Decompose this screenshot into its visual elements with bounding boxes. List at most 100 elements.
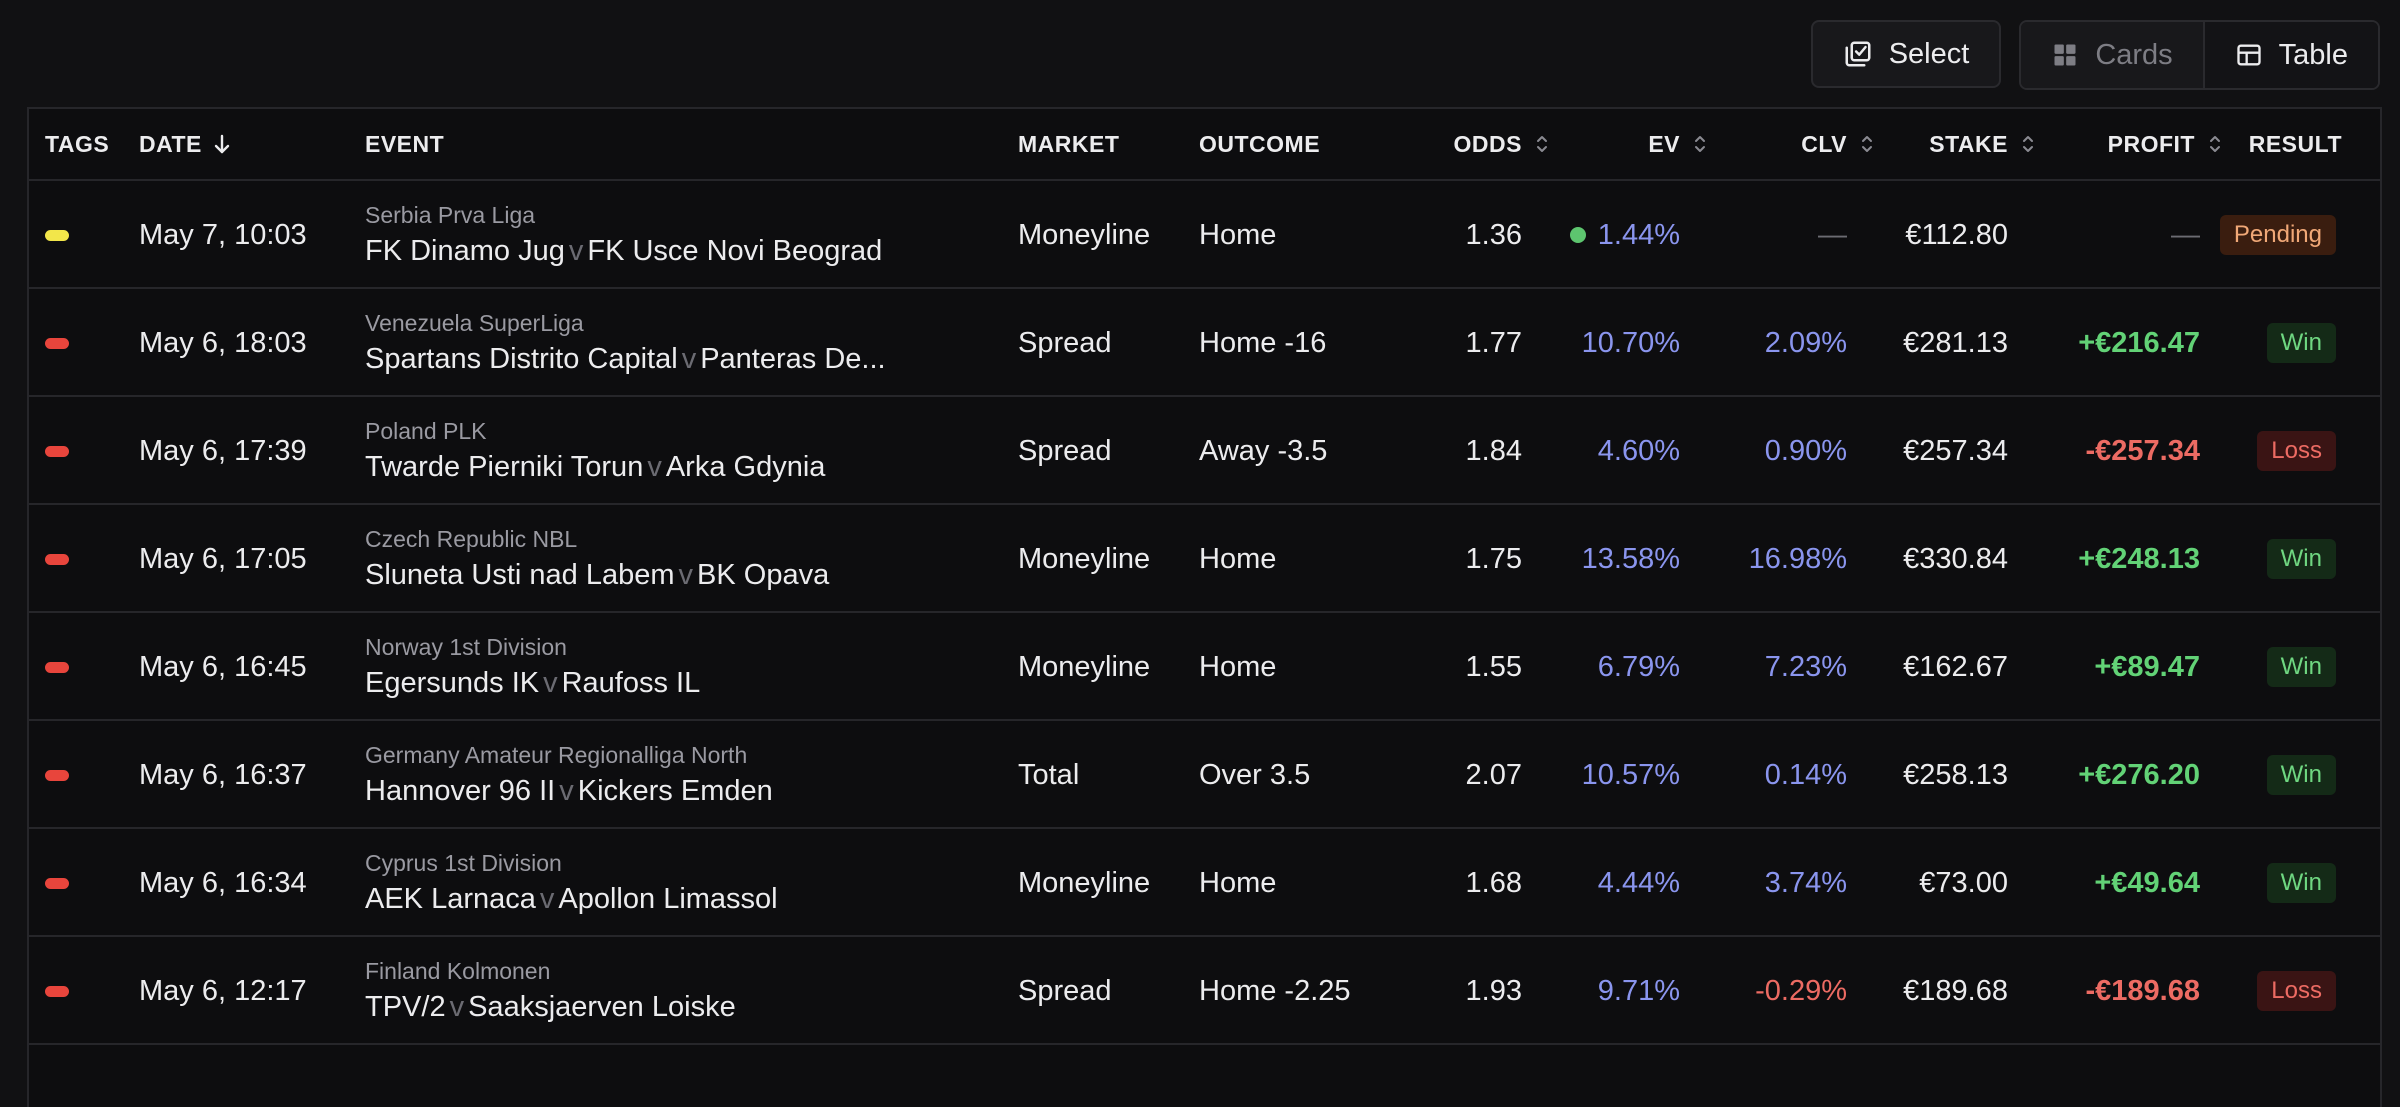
league-name: Finland Kolmonen — [365, 958, 551, 984]
table-row[interactable]: May 7, 10:03 Serbia Prva Liga FK Dinamo … — [29, 181, 2380, 289]
league-name: Cyprus 1st Division — [365, 850, 562, 876]
tag-cell — [45, 721, 69, 829]
col-tags-label: TAGS — [45, 130, 110, 157]
vs-separator: v — [568, 235, 584, 267]
col-profit-label: PROFIT — [2107, 130, 2195, 157]
event-cell: Germany Amateur Regionalliga North Hanno… — [365, 721, 773, 829]
col-event-label: EVENT — [365, 130, 445, 157]
tag-indicator — [45, 769, 69, 781]
away-team: Saaksjaerven Loiske — [468, 991, 736, 1023]
ev-value: 6.79% — [1597, 650, 1680, 683]
tag-cell — [45, 289, 69, 397]
odds-cell: 1.84 — [1465, 434, 1522, 467]
table-row[interactable]: May 6, 16:37 Germany Amateur Regionallig… — [29, 721, 2380, 829]
col-result-label: RESULT — [2248, 130, 2342, 157]
table-row[interactable]: May 6, 18:03 Venezuela SuperLiga Spartan… — [29, 289, 2380, 397]
ev-cell: 10.70% — [1582, 289, 1680, 397]
event-teams: Spartans Distrito Capital v Panteras De... — [365, 343, 886, 376]
event-cell: Cyprus 1st Division AEK Larnaca v Apollon … — [365, 829, 778, 937]
result-cell: Win — [2266, 505, 2336, 613]
ev-value: 1.44% — [1597, 218, 1680, 251]
result-cell: Win — [2266, 289, 2336, 397]
ev-value: 13.58% — [1581, 542, 1680, 575]
clv-cell: — — [1818, 218, 1847, 251]
view-cards-option[interactable]: Cards — [2021, 22, 2203, 88]
result-badge: Loss — [2257, 971, 2336, 1011]
odds-cell: 1.93 — [1465, 974, 1522, 1007]
col-odds-header[interactable]: ODDS — [1454, 109, 1552, 179]
col-clv-label: CLV — [1801, 130, 1847, 157]
stake-cell: €162.67 — [1903, 650, 2008, 683]
table-row[interactable]: May 6, 17:39 Poland PLK Twarde Pierniki … — [29, 397, 2380, 505]
ev-value: 10.57% — [1581, 758, 1680, 791]
table-row[interactable]: May 6, 17:05 Czech Republic NBL Sluneta … — [29, 505, 2380, 613]
outcome-cell: Home — [1199, 542, 1277, 575]
profit-cell: — — [2171, 218, 2200, 251]
date-cell: May 6, 12:17 — [139, 974, 307, 1007]
result-cell: Pending — [2219, 181, 2336, 289]
outcome-cell: Home -2.25 — [1199, 974, 1351, 1007]
away-team: Arka Gdynia — [665, 451, 826, 483]
view-table-label: Table — [2278, 38, 2348, 71]
event-cell: Venezuela SuperLiga Spartans Distrito Ca… — [365, 289, 886, 397]
col-event-header: EVENT — [365, 109, 444, 179]
col-stake-header[interactable]: STAKE — [1929, 109, 2038, 179]
result-badge: Loss — [2257, 431, 2336, 471]
stake-cell: €257.34 — [1903, 434, 2008, 467]
clv-cell: 7.23% — [1764, 650, 1847, 683]
outcome-cell: Over 3.5 — [1199, 758, 1311, 791]
home-team: Spartans Distrito Capital — [365, 343, 678, 375]
bets-table: TAGS DATE EVENT MARKET OUTCOME ODDS EV C… — [27, 107, 2382, 1107]
col-date-label: DATE — [139, 130, 202, 157]
col-tags-header: TAGS — [45, 109, 109, 179]
away-team: FK Usce Novi Beograd — [587, 235, 883, 267]
event-teams: Egersunds IK v Raufoss IL — [365, 667, 700, 700]
league-name: Poland PLK — [365, 418, 487, 444]
table-row[interactable]: May 6, 16:34 Cyprus 1st Division AEK Lar… — [29, 829, 2380, 937]
tag-cell — [45, 937, 69, 1045]
col-ev-header[interactable]: EV — [1648, 109, 1710, 179]
result-cell: Win — [2266, 721, 2336, 829]
odds-cell: 1.75 — [1465, 542, 1522, 575]
col-outcome-header: OUTCOME — [1199, 109, 1320, 179]
stake-cell: €189.68 — [1903, 974, 2008, 1007]
select-button[interactable]: Select — [1810, 20, 2002, 88]
tag-cell — [45, 613, 69, 721]
home-team: TPV/2 — [365, 991, 446, 1023]
event-cell: Poland PLK Twarde Pierniki Torun v Arka Gd… — [365, 397, 825, 505]
ev-cell: 9.71% — [1598, 937, 1680, 1045]
event-teams: TPV/2 v Saaksjaerven Loiske — [365, 991, 736, 1024]
result-badge: Win — [2266, 323, 2336, 363]
sort-icon — [2023, 136, 2033, 152]
result-badge: Win — [2266, 539, 2336, 579]
col-market-label: MARKET — [1018, 130, 1120, 157]
table-row[interactable]: May 6, 16:45 Norway 1st Division Egersun… — [29, 613, 2380, 721]
view-table-option[interactable]: Table — [2202, 22, 2378, 88]
date-cell: May 6, 17:05 — [139, 542, 307, 575]
home-team: Sluneta Usti nad Labem — [365, 559, 675, 591]
table-icon — [2237, 44, 2261, 66]
event-cell: Norway 1st Division Egersunds IK v Raufoss… — [365, 613, 700, 721]
sort-icon — [1862, 136, 1872, 152]
vs-separator: v — [678, 559, 694, 591]
col-profit-header[interactable]: PROFIT — [2108, 109, 2225, 179]
clv-cell: 0.14% — [1764, 758, 1847, 791]
ev-cell: 1.44% — [1569, 181, 1680, 289]
tag-cell — [45, 397, 69, 505]
home-team: Egersunds IK — [365, 667, 540, 699]
col-clv-header[interactable]: CLV — [1801, 109, 1877, 179]
vs-separator: v — [449, 991, 465, 1023]
profit-cell: +€49.64 — [2094, 866, 2200, 899]
result-cell: Win — [2266, 829, 2336, 937]
vs-separator: v — [559, 775, 574, 807]
market-cell: Moneyline — [1018, 650, 1151, 683]
clv-cell: -0.29% — [1755, 974, 1847, 1007]
event-cell: Finland Kolmonen TPV/2 v Saaksjaerven Lois… — [365, 937, 736, 1045]
away-team: Apollon Limassol — [558, 883, 778, 915]
table-row[interactable]: May 6, 12:17 Finland Kolmonen TPV/2 v Saak… — [29, 937, 2380, 1045]
away-team: Raufoss IL — [561, 667, 701, 699]
date-cell: May 7, 10:03 — [139, 218, 307, 251]
col-date-header[interactable]: DATE — [139, 109, 232, 179]
league-name: Venezuela SuperLiga — [365, 310, 584, 336]
result-badge: Win — [2266, 755, 2336, 795]
